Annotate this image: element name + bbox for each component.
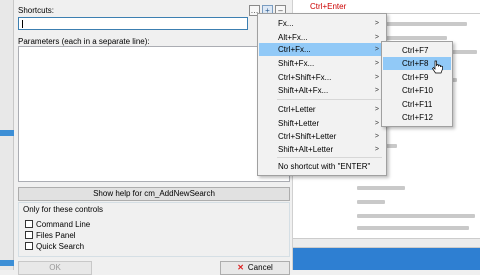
background-list-header [293, 238, 480, 248]
parameters-textarea[interactable] [18, 46, 290, 182]
submenu-item-ctrl-f7[interactable]: Ctrl+F7 [383, 44, 451, 57]
files-panel-checkbox[interactable]: Files Panel [25, 230, 76, 240]
menu-item-shift-alt-fx[interactable]: Shift+Alt+Fx... > [259, 84, 385, 97]
submenu-item-label: Ctrl+F7 [402, 46, 429, 55]
background-selected-row [293, 248, 480, 270]
command-line-checkbox[interactable]: Command Line [25, 219, 90, 229]
menu-item-ctrl-shift-fx[interactable]: Ctrl+Shift+Fx... > [259, 71, 385, 84]
shortcuts-label: Shortcuts: [18, 6, 55, 15]
submenu-item-label: Ctrl+F10 [402, 86, 433, 95]
chevron-right-icon: > [374, 146, 379, 153]
menu-item-ctrl-fx[interactable]: Ctrl+Fx... > [259, 43, 385, 56]
menu-item-ctrl-letter[interactable]: Ctrl+Letter > [259, 103, 385, 116]
selection-marker [0, 130, 14, 136]
show-help-button[interactable]: Show help for cm_AddNewSearch [18, 187, 290, 201]
faint-text-line [357, 200, 385, 204]
menu-item-label: Shift+Fx... [278, 59, 315, 68]
checkbox-box[interactable] [25, 220, 33, 228]
submenu-item-label: Ctrl+F11 [402, 100, 433, 109]
cancel-label: Cancel [247, 263, 273, 272]
quick-search-checkbox[interactable]: Quick Search [25, 241, 84, 251]
text-caret [22, 20, 23, 28]
faint-text-line [357, 214, 475, 218]
menu-separator [277, 157, 382, 158]
controls-group: Only for these controls Command Line Fil… [18, 202, 290, 257]
background-field [353, 0, 480, 14]
menu-item-shift-alt-letter[interactable]: Shift+Alt+Letter > [259, 143, 385, 156]
checkbox-label: Command Line [36, 219, 91, 229]
menu-item-label: Ctrl+Fx... [278, 45, 311, 54]
chevron-right-icon: > [374, 106, 379, 113]
chevron-right-icon: > [374, 20, 379, 27]
menu-item-label: Shift+Alt+Fx... [278, 86, 329, 95]
parameters-label: Parameters (each in a separate line): [18, 37, 150, 46]
menu-item-shift-letter[interactable]: Shift+Letter > [259, 117, 385, 130]
close-icon: ✕ [237, 263, 244, 272]
faint-text-line [357, 186, 405, 190]
ok-button[interactable]: OK [18, 261, 92, 275]
hotkey-dialog: Shortcuts: … + – Parameters (each in a s… [14, 0, 292, 275]
hand-pointer-icon [432, 60, 443, 74]
group-label: Only for these controls [23, 205, 104, 214]
menu-item-fx[interactable]: Fx... > [259, 17, 385, 30]
submenu-item-ctrl-f11[interactable]: Ctrl+F11 [383, 98, 451, 111]
ctrl-fx-submenu: Ctrl+F7 Ctrl+F8 Ctrl+F9 Ctrl+F10 Ctrl+F1… [381, 41, 453, 127]
submenu-item-label: Ctrl+F8 [402, 59, 429, 68]
submenu-item-label: Ctrl+F9 [402, 73, 429, 82]
checkbox-label: Quick Search [36, 241, 85, 251]
checkbox-box[interactable] [25, 242, 33, 250]
menu-item-label: Ctrl+Letter [278, 105, 316, 114]
menu-item-shift-fx[interactable]: Shift+Fx... > [259, 57, 385, 70]
shortcut-input[interactable] [18, 17, 248, 30]
ok-label: OK [49, 263, 61, 272]
selection-marker [0, 260, 14, 266]
menu-item-label: Alt+Fx... [278, 33, 308, 42]
menu-item-no-shortcut-enter[interactable]: No shortcut with "ENTER" [259, 160, 385, 173]
menu-item-label: Shift+Letter [278, 119, 320, 128]
chevron-right-icon: > [374, 133, 379, 140]
menu-item-label: Fx... [278, 19, 294, 28]
menu-item-label: No shortcut with "ENTER" [278, 162, 371, 171]
submenu-item-ctrl-f10[interactable]: Ctrl+F10 [383, 84, 451, 97]
chevron-right-icon: > [374, 60, 379, 67]
left-app-strip [0, 0, 14, 270]
submenu-item-label: Ctrl+F12 [402, 113, 433, 122]
menu-separator [277, 99, 382, 100]
faint-text-line [357, 226, 469, 230]
menu-item-ctrl-shift-letter[interactable]: Ctrl+Shift+Letter > [259, 130, 385, 143]
menu-item-label: Ctrl+Shift+Letter [278, 132, 337, 141]
menu-item-label: Shift+Alt+Letter [278, 145, 334, 154]
menu-item-label: Ctrl+Shift+Fx... [278, 73, 332, 82]
checkbox-label: Files Panel [36, 230, 76, 240]
cancel-button[interactable]: ✕ Cancel [220, 261, 290, 275]
background-red-text: Ctrl+Enter [310, 2, 347, 11]
checkbox-box[interactable] [25, 231, 33, 239]
chevron-right-icon: > [374, 120, 379, 127]
shortcut-type-menu: Fx... > Alt+Fx... > Ctrl+Fx... > Shift+Fx..… [257, 13, 387, 176]
chevron-right-icon: > [374, 74, 379, 81]
submenu-item-ctrl-f12[interactable]: Ctrl+F12 [383, 111, 451, 124]
chevron-right-icon: > [374, 87, 379, 94]
chevron-right-icon: > [374, 46, 379, 53]
